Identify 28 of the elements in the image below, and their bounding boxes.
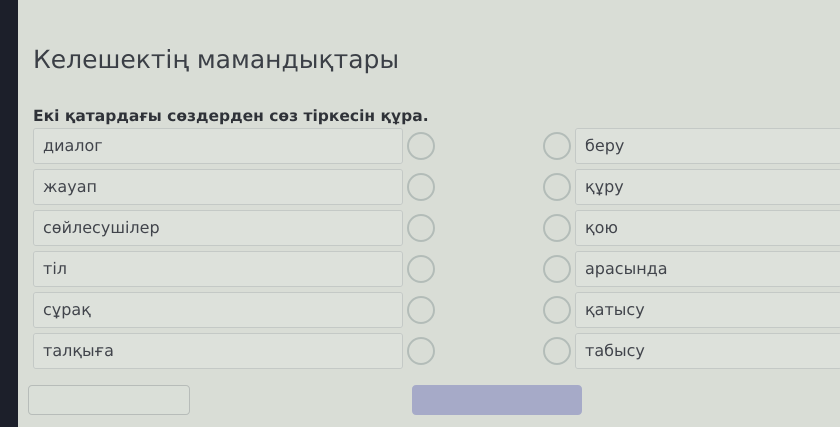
connector-circle[interactable] [543, 255, 571, 283]
answer-card[interactable]: тіл [33, 251, 403, 287]
primary-button[interactable] [412, 385, 582, 415]
answer-card[interactable]: арасында [575, 251, 840, 287]
secondary-button[interactable] [28, 385, 190, 415]
connector-circle[interactable] [407, 132, 435, 160]
connector-circle[interactable] [407, 173, 435, 201]
answer-card[interactable]: қатысу [575, 292, 840, 328]
answer-card[interactable]: диалог [33, 128, 403, 164]
connector-circle[interactable] [407, 337, 435, 365]
answer-card[interactable]: құру [575, 169, 840, 205]
connector-circle[interactable] [543, 214, 571, 242]
connector-circle[interactable] [407, 296, 435, 324]
answer-card[interactable]: беру [575, 128, 840, 164]
answer-card[interactable]: талқыға [33, 333, 403, 369]
connector-circle[interactable] [407, 255, 435, 283]
connector-circle[interactable] [543, 296, 571, 324]
page-title: Келешектің мамандықтары [33, 44, 400, 76]
connector-circle[interactable] [543, 337, 571, 365]
answer-card[interactable]: сұрақ [33, 292, 403, 328]
answer-card[interactable]: жауап [33, 169, 403, 205]
answer-card[interactable]: табысу [575, 333, 840, 369]
answer-card[interactable]: қою [575, 210, 840, 246]
instruction-text: Екі қатардағы сөздерден сөз тіркесін құра. [33, 106, 430, 126]
connector-circle[interactable] [543, 132, 571, 160]
connector-circle[interactable] [407, 214, 435, 242]
connector-circle[interactable] [543, 173, 571, 201]
answer-card[interactable]: сөйлесушілер [33, 210, 403, 246]
